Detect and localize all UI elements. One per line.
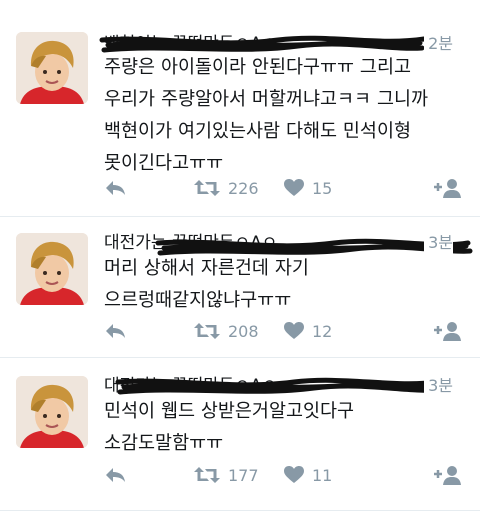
heart-icon bbox=[284, 466, 304, 483]
retweet-button[interactable]: 208 bbox=[194, 319, 259, 343]
tweet-feed: 백현이는 꿀떡만두ㅇAㅇ 2분 주량은 아이돌이라 안된다구ㅠㅠ 그리고 우리가… bbox=[0, 0, 480, 519]
tweet[interactable]: 백현이는 꿀떡만두ㅇAㅇ 2분 주량은 아이돌이라 안된다구ㅠㅠ 그리고 우리가… bbox=[0, 0, 480, 216]
timestamp[interactable]: 3분 bbox=[424, 231, 453, 255]
retweet-count: 208 bbox=[228, 321, 259, 341]
tweet-text: 머리 상해서 자른건데 자기 으르렁때같지않냐구ㅠㅠ bbox=[104, 253, 464, 317]
tweet-actions: 177 11 bbox=[104, 463, 469, 487]
timestamp[interactable]: 3분 bbox=[424, 374, 453, 398]
retweet-button[interactable]: 226 bbox=[194, 176, 259, 200]
reply-icon bbox=[106, 468, 125, 482]
tweet-text-line: 소감도말함ㅠㅠ bbox=[104, 433, 224, 454]
tweet[interactable]: 대전가는 꿀떡만두ㅇAㅇ 3분 민석이 웹드 상받은거알고잇다구 소감도말함ㅠㅠ… bbox=[0, 358, 480, 519]
tweet-text: 주량은 아이돌이라 안된다구ㅠㅠ 그리고 우리가 주량알아서 머할꺼냐고ㅋㅋ 그… bbox=[104, 52, 464, 180]
heart-icon bbox=[284, 179, 304, 196]
reply-icon bbox=[106, 181, 125, 195]
tweet-actions: 208 12 bbox=[104, 319, 469, 343]
follow-button[interactable] bbox=[434, 176, 462, 200]
tweet-text-line: 으르렁때같지않냐구ㅠㅠ bbox=[104, 290, 292, 311]
tweet-text-line: 백현이가 여기있는사람 다해도 민석이형 bbox=[104, 121, 411, 142]
retweet-button[interactable]: 177 bbox=[194, 463, 259, 487]
follow-button[interactable] bbox=[434, 319, 462, 343]
retweet-icon bbox=[194, 467, 220, 483]
avatar[interactable] bbox=[16, 233, 88, 305]
follow-icon bbox=[434, 179, 461, 198]
tweet-actions: 226 15 bbox=[104, 176, 469, 200]
avatar[interactable] bbox=[16, 376, 88, 448]
tweet-text-line: 민석이 웹드 상받은거알고잇다구 bbox=[104, 401, 355, 422]
follow-icon bbox=[434, 322, 461, 341]
divider bbox=[0, 510, 480, 511]
display-name[interactable]: 대전가는 꿀떡만두ㅇAㅇ bbox=[104, 231, 277, 255]
tweet-header: 대전가는 꿀떡만두ㅇAㅇ 3분 bbox=[104, 374, 469, 398]
reply-icon bbox=[106, 324, 125, 338]
follow-button[interactable] bbox=[434, 463, 462, 487]
tweet-text-line: 우리가 주량알아서 머할꺼냐고ㅋㅋ 그니까 bbox=[104, 89, 429, 110]
like-count: 11 bbox=[312, 465, 333, 485]
like-count: 15 bbox=[312, 178, 333, 198]
heart-icon bbox=[284, 322, 304, 339]
retweet-count: 177 bbox=[228, 465, 259, 485]
tweet-text-line: 주량은 아이돌이라 안된다구ㅠㅠ 그리고 bbox=[104, 57, 411, 78]
retweet-icon bbox=[194, 180, 220, 196]
display-name[interactable]: 대전가는 꿀떡만두ㅇAㅇ bbox=[104, 374, 277, 398]
reply-button[interactable] bbox=[104, 176, 126, 200]
reply-button[interactable] bbox=[104, 319, 126, 343]
tweet-text: 민석이 웹드 상받은거알고잇다구 소감도말함ㅠㅠ bbox=[104, 396, 464, 460]
retweet-icon bbox=[194, 323, 220, 339]
avatar[interactable] bbox=[16, 32, 88, 104]
like-button[interactable]: 15 bbox=[284, 176, 332, 200]
like-button[interactable]: 11 bbox=[284, 463, 332, 487]
reply-button[interactable] bbox=[104, 463, 126, 487]
follow-icon bbox=[434, 466, 461, 485]
tweet[interactable]: 대전가는 꿀떡만두ㅇAㅇ 3분 머리 상해서 자른건데 자기 으르렁때같지않냐구… bbox=[0, 217, 480, 357]
tweet-text-line: 머리 상해서 자른건데 자기 bbox=[104, 258, 309, 279]
like-button[interactable]: 12 bbox=[284, 319, 332, 343]
like-count: 12 bbox=[312, 321, 333, 341]
retweet-count: 226 bbox=[228, 178, 259, 198]
tweet-header: 대전가는 꿀떡만두ㅇAㅇ 3분 bbox=[104, 231, 473, 256]
